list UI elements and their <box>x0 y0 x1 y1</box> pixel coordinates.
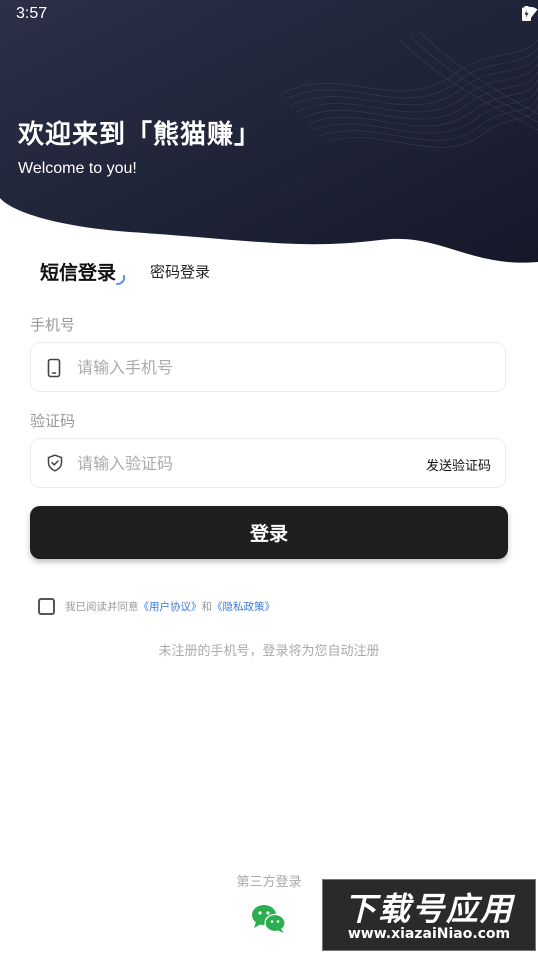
status-bar: 3:57 <box>0 0 538 28</box>
wechat-icon[interactable] <box>251 904 287 934</box>
agreement-prefix: 我已阅读并同意 <box>65 600 139 613</box>
tab-password-login[interactable]: 密码登录 <box>150 261 210 282</box>
shield-check-icon <box>47 454 63 472</box>
hero-subtitle: Welcome to you! <box>18 160 137 177</box>
hero-title: 欢迎来到「熊猫赚」 <box>18 120 262 150</box>
code-field: 发送验证码 <box>30 438 506 488</box>
agreement-text: 我已阅读并同意《用户协议》和《隐私政策》 <box>65 599 275 614</box>
hero-header: 3:57 欢迎来到「熊猫赚」 Welcome to you! <box>0 0 538 270</box>
watermark-badge: 下载号应用 www.xiazaiNiao.com <box>322 879 536 951</box>
send-code-button[interactable]: 发送验证码 <box>426 455 491 474</box>
watermark-title: 下载号应用 <box>343 890 514 928</box>
active-tab-indicator-icon <box>116 275 126 285</box>
login-button[interactable]: 登录 <box>30 506 508 559</box>
phone-icon <box>47 358 61 378</box>
privacy-policy-link[interactable]: 《隐私政策》 <box>212 601 275 613</box>
phone-label: 手机号 <box>30 316 76 334</box>
tab-sms-login-label: 短信登录 <box>40 262 117 284</box>
code-input[interactable] <box>77 439 377 487</box>
agreement-checkbox[interactable] <box>38 597 55 615</box>
agreement-row: 我已阅读并同意《用户协议》和《隐私政策》 <box>38 596 275 616</box>
phone-field <box>30 342 506 392</box>
watermark-url: www.xiazaiNiao.com <box>347 926 511 942</box>
auto-register-note: 未注册的手机号，登录将为您自动注册 <box>158 644 380 659</box>
phone-input[interactable] <box>77 343 377 391</box>
code-label: 验证码 <box>30 412 76 430</box>
tab-sms-login[interactable]: 短信登录 <box>40 258 126 285</box>
agreement-and: 和 <box>201 600 213 613</box>
status-time: 3:57 <box>16 5 48 22</box>
user-agreement-link[interactable]: 《用户协议》 <box>139 601 202 613</box>
battery-icon <box>522 6 531 21</box>
